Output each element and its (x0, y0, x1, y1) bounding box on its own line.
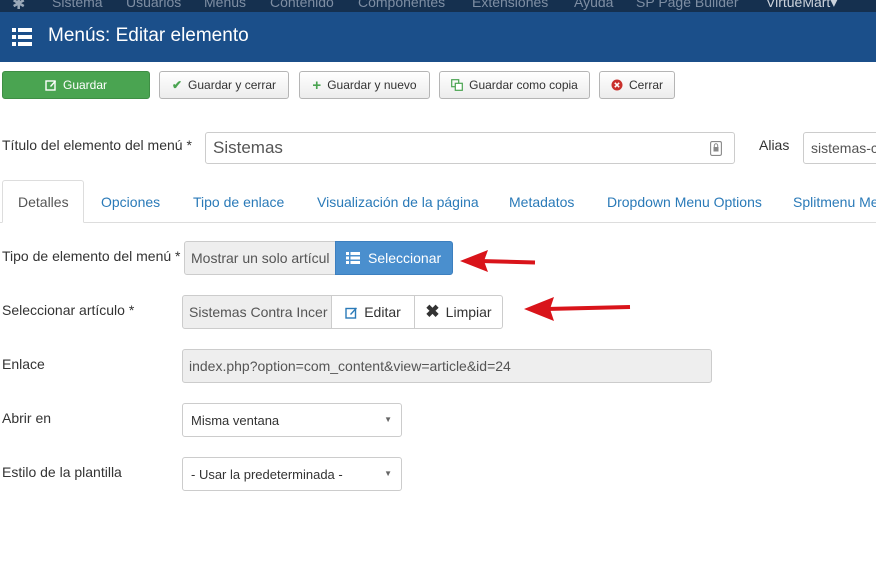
save-close-button-label: Guardar y cerrar (188, 78, 277, 92)
open-in-label: Abrir en (2, 410, 52, 426)
tab-visualizacion[interactable]: Visualización de la página (317, 180, 479, 223)
nav-item-virtuemart[interactable]: VirtueMart▾ (766, 0, 837, 11)
save-new-button[interactable]: + Guardar y nuevo (299, 71, 430, 99)
tab-tipo-de-enlace[interactable]: Tipo de enlace (193, 180, 284, 223)
article-value: Sistemas Contra Incer (189, 304, 328, 320)
tab-splitmenu[interactable]: Splitmenu Me (793, 180, 876, 223)
tab-dropdown-menu-options[interactable]: Dropdown Menu Options (607, 180, 762, 223)
list-icon (346, 252, 360, 264)
plus-icon: + (312, 76, 322, 94)
page-title: Menús: Editar elemento (48, 25, 249, 46)
close-icon: ✖ (425, 302, 440, 321)
chevron-down-icon: ▼ (384, 469, 392, 478)
edit-icon (345, 307, 358, 319)
check-icon: ✔ (171, 78, 183, 92)
copy-icon (451, 79, 464, 91)
article-label: Seleccionar artículo * (2, 302, 135, 318)
template-style-select[interactable]: - Usar la predeterminada - ▼ (182, 457, 402, 491)
save-button-label: Guardar (62, 78, 108, 92)
nav-item-usuarios[interactable]: Usuarios (126, 0, 181, 10)
nav-item-sp-page-builder[interactable]: SP Page Builder (636, 0, 738, 10)
link-label: Enlace (2, 356, 45, 372)
article-field: Sistemas Contra Incer (182, 295, 332, 329)
template-style-value: - Usar la predeterminada - (191, 466, 343, 482)
tab-label: Opciones (101, 193, 161, 210)
list-icon (12, 28, 32, 46)
menu-type-value: Mostrar un solo artícul (191, 250, 330, 266)
nav-item-extensiones[interactable]: Extensiones (472, 0, 548, 10)
edit-article-label: Editar (364, 304, 401, 320)
clear-article-button[interactable]: ✖ Limpiar (414, 295, 503, 329)
chevron-down-icon: ▼ (384, 415, 392, 424)
close-button[interactable]: Cerrar (599, 71, 675, 99)
joomla-logo-icon[interactable]: ✱ (12, 0, 25, 12)
nav-item-componentes[interactable]: Componentes (358, 0, 445, 10)
nav-item-menus[interactable]: Menús (204, 0, 246, 10)
tab-label: Visualización de la página (317, 193, 479, 210)
nav-item-sistema[interactable]: Sistema (52, 0, 103, 10)
open-in-select[interactable]: Misma ventana ▼ (182, 403, 402, 437)
close-circle-icon (611, 79, 623, 91)
alias-input-value: sistemas-c (811, 140, 876, 156)
tab-label: Splitmenu Me (793, 193, 876, 210)
save-copy-button-label: Guardar como copia (469, 78, 578, 92)
top-navbar: ✱ Sistema Usuarios Menús Contenido Compo… (0, 0, 876, 12)
tab-label: Tipo de enlace (193, 193, 285, 210)
title-input-value: Sistemas (213, 138, 283, 157)
link-field: index.php?option=com_content&view=articl… (182, 349, 712, 383)
clear-article-label: Limpiar (445, 304, 492, 320)
tab-metadatos[interactable]: Metadatos (509, 180, 574, 223)
select-menu-type-button[interactable]: Seleccionar (335, 241, 453, 275)
title-label: Título del elemento del menú * (2, 137, 192, 153)
menu-type-field: Mostrar un solo artícul (184, 241, 336, 275)
tab-label: Metadatos (509, 193, 575, 210)
open-in-value: Misma ventana (191, 412, 280, 428)
alias-label: Alias (759, 137, 790, 153)
nav-item-contenido[interactable]: Contenido (270, 0, 334, 10)
edit-article-button[interactable]: Editar (331, 295, 415, 329)
select-menu-type-label: Seleccionar (368, 250, 442, 266)
save-close-button[interactable]: ✔ Guardar y cerrar (159, 71, 289, 99)
save-new-button-label: Guardar y nuevo (327, 78, 417, 92)
menu-type-label: Tipo de elemento del menú * (2, 248, 181, 264)
tab-opciones[interactable]: Opciones (101, 180, 160, 223)
alias-input[interactable]: sistemas-c (803, 132, 876, 164)
page-header: Menús: Editar elemento (0, 12, 876, 62)
caret-down-icon: ▾ (830, 0, 838, 10)
save-copy-button[interactable]: Guardar como copia (439, 71, 590, 99)
title-input[interactable]: Sistemas (205, 132, 735, 164)
close-button-label: Cerrar (628, 78, 663, 92)
tab-label: Dropdown Menu Options (607, 193, 762, 210)
nav-item-ayuda[interactable]: Ayuda (574, 0, 613, 10)
tab-detalles[interactable]: Detalles (2, 180, 84, 223)
annotation-arrow-icon (524, 297, 631, 321)
tab-label: Detalles (18, 193, 69, 210)
link-value: index.php?option=com_content&view=articl… (189, 358, 511, 374)
annotation-arrow-icon (460, 250, 536, 272)
lock-icon[interactable] (710, 141, 722, 156)
template-style-label: Estilo de la plantilla (2, 464, 122, 480)
nav-item-virtuemart-label: VirtueMart (766, 0, 831, 10)
edit-icon (45, 80, 56, 91)
save-button[interactable]: Guardar (2, 71, 150, 99)
